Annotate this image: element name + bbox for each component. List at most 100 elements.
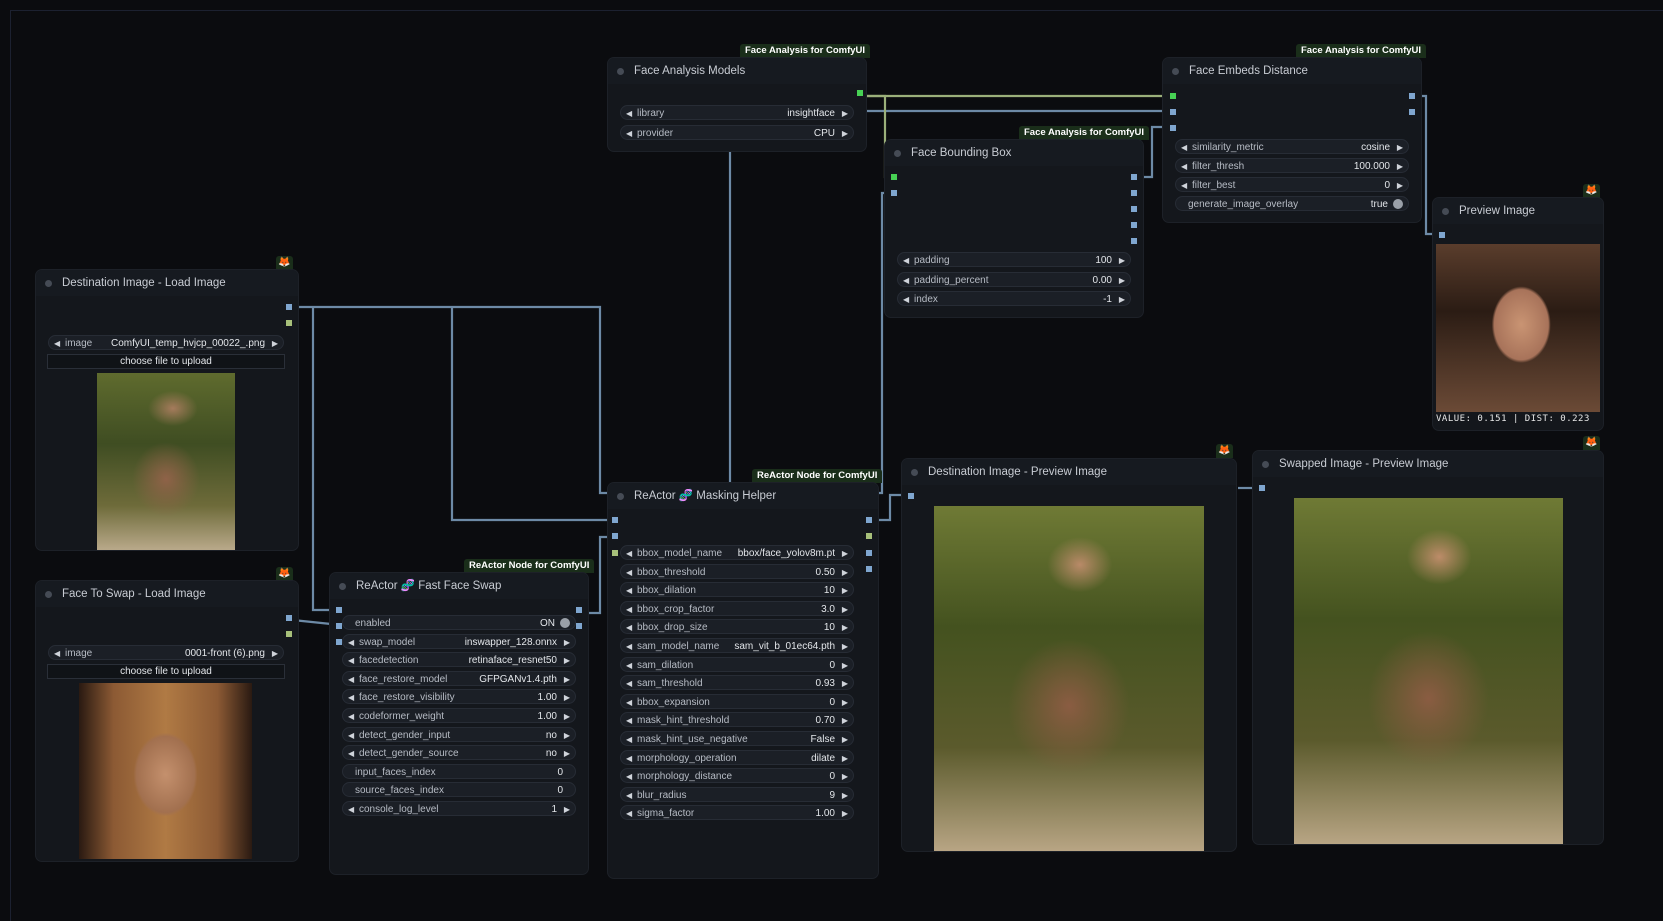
output-slot-swapped-face[interactable] [866,566,872,572]
input-slot-analysis-models[interactable] [891,174,897,180]
arrow-left-icon[interactable]: ◀ [626,639,632,654]
arrow-left-icon[interactable]: ◀ [626,583,632,598]
arrow-left-icon[interactable]: ◀ [626,602,632,617]
widget-detect-gender-source[interactable]: ◀ detect_gender_source no ▶ [342,745,576,761]
widget-library[interactable]: ◀ library insightface ▶ [620,105,854,120]
output-slot-image[interactable] [866,517,872,523]
node-title-bar[interactable]: Destination Image - Preview Image [902,459,1236,485]
arrow-left-icon[interactable]: ◀ [626,126,632,141]
arrow-left-icon[interactable]: ◀ [626,732,632,747]
arrow-left-icon[interactable]: ◀ [626,620,632,635]
swapped-preview-image[interactable] [1294,498,1563,844]
toggle-knob-icon[interactable] [560,618,570,628]
widget-index[interactable]: ◀ index -1 ▶ [897,291,1131,306]
widget-swap-model[interactable]: ◀ swap_model inswapper_128.onnx ▶ [342,633,576,650]
arrow-left-icon[interactable]: ◀ [626,806,632,821]
arrow-left-icon[interactable]: ◀ [1181,159,1187,174]
arrow-left-icon[interactable]: ◀ [348,709,354,724]
arrow-right-icon[interactable]: ▶ [842,751,848,766]
arrow-right-icon[interactable]: ▶ [564,653,570,668]
node-destination-load-image[interactable]: Destination Image - Load Image ◀ image Com… [36,270,298,550]
output-slot-mask-preview[interactable] [866,550,872,556]
node-preview-image[interactable]: Preview Image VALUE: 0.151 | DIST: 0.223 [1433,198,1603,430]
widget-filter-best[interactable]: ◀ filter_best 0 ▶ [1175,177,1409,192]
upload-button[interactable]: choose file to upload [47,354,285,369]
arrow-right-icon[interactable]: ▶ [564,709,570,724]
output-slot-rejected[interactable] [1409,109,1415,115]
widget-mask-hint-threshold[interactable]: ◀ mask_hint_threshold 0.70 ▶ [620,712,854,728]
arrow-right-icon[interactable]: ▶ [564,635,570,650]
arrow-left-icon[interactable]: ◀ [903,273,909,288]
output-slot-mask[interactable] [286,320,292,326]
collapse-dot-icon[interactable] [617,493,624,500]
arrow-right-icon[interactable]: ▶ [842,602,848,617]
output-slot-image[interactable] [286,615,292,621]
collapse-dot-icon[interactable] [911,469,918,476]
widget-sigma-factor[interactable]: ◀ sigma_factor 1.00 ▶ [620,805,854,821]
output-slot-mask[interactable] [286,631,292,637]
arrow-left-icon[interactable]: ◀ [348,672,354,687]
widget-provider[interactable]: ◀ provider CPU ▶ [620,125,854,140]
node-title-bar[interactable]: Face To Swap - Load Image [36,581,298,607]
arrow-left-icon[interactable]: ◀ [348,690,354,705]
widget-sam-model-name[interactable]: ◀ sam_model_name sam_vit_b_01ec64.pth ▶ [620,638,854,653]
arrow-left-icon[interactable]: ◀ [626,546,632,561]
arrow-right-icon[interactable]: ▶ [842,676,848,691]
arrow-right-icon[interactable]: ▶ [842,788,848,803]
widget-bbox-expansion[interactable]: ◀ bbox_expansion 0 ▶ [620,693,854,709]
widget-bbox-threshold[interactable]: ◀ bbox_threshold 0.50 ▶ [620,563,854,580]
arrow-right-icon[interactable]: ▶ [842,806,848,821]
arrow-right-icon[interactable]: ▶ [842,565,848,580]
widget-morphology-distance[interactable]: ◀ morphology_distance 0 ▶ [620,768,854,784]
output-slot-height[interactable] [1131,238,1137,244]
arrow-right-icon[interactable]: ▶ [564,746,570,761]
widget-codeformer-weight[interactable]: ◀ codeformer_weight 1.00 ▶ [342,708,576,723]
node-title-bar[interactable]: Face Bounding Box [885,140,1143,166]
node-destination-preview[interactable]: Destination Image - Preview Image [902,459,1236,851]
node-title-bar[interactable]: Preview Image [1433,198,1603,224]
input-slot-analysis-models[interactable] [1170,93,1176,99]
arrow-left-icon[interactable]: ◀ [626,565,632,580]
face-source-thumbnail[interactable] [79,683,252,859]
arrow-right-icon[interactable]: ▶ [272,646,278,661]
output-slot-image[interactable] [1131,174,1137,180]
arrow-right-icon[interactable]: ▶ [1119,273,1125,288]
arrow-right-icon[interactable]: ▶ [842,546,848,561]
arrow-left-icon[interactable]: ◀ [626,788,632,803]
node-title-bar[interactable]: Face Analysis Models [608,58,866,84]
output-slot-x[interactable] [1131,190,1137,196]
input-slot-images[interactable] [1259,485,1265,491]
input-slot-source-image[interactable] [336,623,342,629]
arrow-right-icon[interactable]: ▶ [1397,159,1403,174]
arrow-left-icon[interactable]: ◀ [626,106,632,121]
preview-image-output[interactable] [1436,244,1600,412]
arrow-right-icon[interactable]: ▶ [842,106,848,121]
widget-filter-thresh[interactable]: ◀ filter_thresh 100.000 ▶ [1175,158,1409,173]
input-slot-reference[interactable] [1170,109,1176,115]
output-slot-face-model[interactable] [576,623,582,629]
output-slot-y[interactable] [1131,206,1137,212]
widget-face-restore-model[interactable]: ◀ face_restore_model GFPGANv1.4.pth ▶ [342,670,576,687]
input-slot-mask-optional[interactable] [612,550,618,556]
output-slot-width[interactable] [1131,222,1137,228]
node-face-bounding-box[interactable]: Face Bounding Box ◀ padding 100 ▶ ◀ padding_… [885,140,1143,317]
arrow-right-icon[interactable]: ▶ [564,672,570,687]
arrow-left-icon[interactable]: ◀ [348,635,354,650]
widget-enabled[interactable]: enabled ON [342,615,576,630]
arrow-left-icon[interactable]: ◀ [903,253,909,268]
collapse-dot-icon[interactable] [45,280,52,287]
collapse-dot-icon[interactable] [1442,208,1449,215]
node-swapped-preview[interactable]: Swapped Image - Preview Image [1253,451,1603,844]
arrow-left-icon[interactable]: ◀ [348,653,354,668]
arrow-right-icon[interactable]: ▶ [1397,140,1403,155]
destination-image-thumbnail[interactable] [97,373,235,550]
collapse-dot-icon[interactable] [1172,68,1179,75]
arrow-left-icon[interactable]: ◀ [54,336,60,351]
arrow-right-icon[interactable]: ▶ [1119,253,1125,268]
arrow-left-icon[interactable]: ◀ [626,676,632,691]
arrow-right-icon[interactable]: ▶ [842,620,848,635]
collapse-dot-icon[interactable] [894,150,901,157]
widget-image[interactable]: ◀ image ComfyUI_temp_hvjcp_00022_.png ▶ [48,335,284,350]
widget-mask-hint-use-negative[interactable]: ◀ mask_hint_use_negative False ▶ [620,731,854,746]
arrow-right-icon[interactable]: ▶ [272,336,278,351]
